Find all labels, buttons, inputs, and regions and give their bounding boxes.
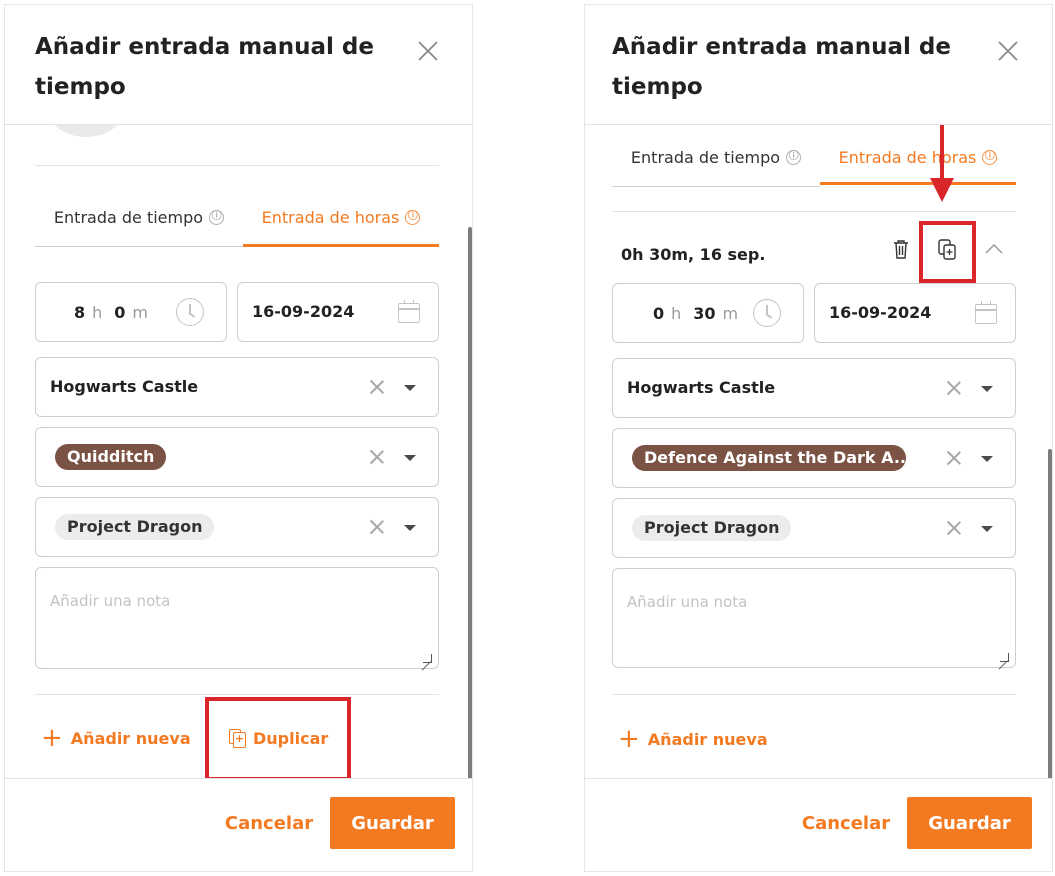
chevron-up-icon[interactable] xyxy=(985,243,1003,255)
note-input[interactable] xyxy=(36,568,438,668)
location-select[interactable]: Hogwarts Castle xyxy=(612,358,1016,418)
dialog-body: Entrada de tiempo ⓘ Entrada de horas ⓘ 0… xyxy=(585,125,1052,781)
add-new-button[interactable]: + Añadir nueva xyxy=(41,723,191,753)
chevron-down-icon[interactable] xyxy=(404,525,416,531)
clock-icon xyxy=(176,298,204,326)
location-select[interactable]: Hogwarts Castle xyxy=(35,357,439,417)
save-button[interactable]: Guardar xyxy=(907,797,1032,849)
save-button[interactable]: Guardar xyxy=(330,797,455,849)
date-value: 16-09-2024 xyxy=(252,302,355,321)
activity-select[interactable]: Quidditch xyxy=(35,427,439,487)
dialog-title: Añadir entrada manual de tiempo xyxy=(612,34,951,100)
hours-unit: h xyxy=(671,303,682,323)
minutes-unit: m xyxy=(132,302,149,322)
active-tab-indicator xyxy=(820,182,1016,185)
hours-unit: h xyxy=(92,302,103,322)
note-field[interactable] xyxy=(35,567,439,669)
minutes-value[interactable]: 30 xyxy=(693,304,715,323)
plus-icon: + xyxy=(618,724,640,754)
resize-handle[interactable] xyxy=(1000,653,1009,662)
tab-label: Entrada de horas xyxy=(261,207,400,227)
clear-icon[interactable] xyxy=(370,520,384,534)
divider xyxy=(35,165,439,166)
note-input[interactable] xyxy=(613,569,1015,667)
chevron-down-icon[interactable] xyxy=(981,386,993,392)
hours-value[interactable]: 0 xyxy=(653,304,664,323)
add-new-label: Añadir nueva xyxy=(70,728,191,748)
close-icon[interactable] xyxy=(996,39,1020,63)
info-icon[interactable]: ⓘ xyxy=(982,149,998,165)
location-value: Hogwarts Castle xyxy=(627,378,776,397)
duration-field[interactable]: 0 h 30 m xyxy=(612,283,804,343)
dialog-footer: Cancelar Guardar xyxy=(5,778,472,871)
close-icon[interactable] xyxy=(416,39,440,63)
highlight-box xyxy=(919,221,976,283)
highlight-box xyxy=(205,697,351,781)
resize-handle[interactable] xyxy=(423,654,432,663)
tab-label: Entrada de tiempo xyxy=(53,207,204,227)
time-entry-dialog-left: Añadir entrada manual de tiempo Entrada … xyxy=(4,4,473,872)
date-value: 16-09-2024 xyxy=(829,303,932,322)
hours-value[interactable]: 8 xyxy=(74,303,85,322)
info-icon[interactable]: ⓘ xyxy=(405,209,421,225)
dialog-header: Añadir entrada manual de tiempo xyxy=(5,5,472,125)
tab-hours-entry[interactable]: Entrada de horas ⓘ xyxy=(243,197,439,237)
time-entry-dialog-right: Añadir entrada manual de tiempo Entrada … xyxy=(584,4,1053,872)
entry-summary: 0h 30m, 16 sep. xyxy=(621,245,766,264)
tab-label: Entrada de tiempo xyxy=(630,147,781,167)
activity-chip: Quidditch xyxy=(55,444,167,470)
note-field[interactable] xyxy=(612,568,1016,668)
info-icon[interactable]: ⓘ xyxy=(786,149,802,165)
date-field[interactable]: 16-09-2024 xyxy=(237,282,439,342)
tab-hours-entry[interactable]: Entrada de horas ⓘ xyxy=(820,137,1016,177)
plus-icon: + xyxy=(41,723,63,753)
chevron-down-icon[interactable] xyxy=(981,526,993,532)
project-select[interactable]: Project Dragon xyxy=(35,497,439,557)
calendar-icon[interactable] xyxy=(975,301,997,324)
minutes-unit: m xyxy=(722,303,739,323)
clear-icon[interactable] xyxy=(370,450,384,464)
tab-baseline xyxy=(612,186,820,187)
divider xyxy=(612,694,1016,695)
project-chip: Project Dragon xyxy=(632,515,792,541)
scrollbar[interactable] xyxy=(468,227,472,781)
dialog-body: Entrada de tiempo ⓘ Entrada de horas ⓘ 8… xyxy=(5,125,472,781)
add-new-button[interactable]: + Añadir nueva xyxy=(618,724,768,754)
tab-time-entry[interactable]: Entrada de tiempo ⓘ xyxy=(612,137,820,177)
minutes-value[interactable]: 0 xyxy=(114,303,125,322)
clear-icon[interactable] xyxy=(947,521,961,535)
clear-icon[interactable] xyxy=(947,381,961,395)
location-value: Hogwarts Castle xyxy=(50,377,199,396)
tab-baseline xyxy=(35,246,243,247)
cancel-button[interactable]: Cancelar xyxy=(219,797,319,849)
divider xyxy=(35,694,439,695)
clear-icon[interactable] xyxy=(370,380,384,394)
add-new-label: Añadir nueva xyxy=(647,729,768,749)
chevron-down-icon[interactable] xyxy=(404,385,416,391)
divider xyxy=(612,211,1016,212)
duration-field[interactable]: 8 h 0 m xyxy=(35,282,227,342)
dialog-title: Añadir entrada manual de tiempo xyxy=(35,34,374,100)
scrollbar[interactable] xyxy=(1048,449,1052,781)
avatar xyxy=(49,125,123,137)
active-tab-indicator xyxy=(243,244,439,247)
dialog-header: Añadir entrada manual de tiempo xyxy=(585,5,1052,125)
project-chip: Project Dragon xyxy=(55,514,215,540)
activity-select[interactable]: Defence Against the Dark A... xyxy=(612,428,1016,488)
chevron-down-icon[interactable] xyxy=(981,456,993,462)
dialog-footer: Cancelar Guardar xyxy=(585,778,1052,871)
clear-icon[interactable] xyxy=(947,451,961,465)
activity-chip: Defence Against the Dark A... xyxy=(632,445,906,471)
cancel-button[interactable]: Cancelar xyxy=(796,797,896,849)
tab-time-entry[interactable]: Entrada de tiempo ⓘ xyxy=(35,197,243,237)
trash-icon[interactable] xyxy=(893,239,909,259)
chevron-down-icon[interactable] xyxy=(404,455,416,461)
calendar-icon[interactable] xyxy=(398,300,420,323)
info-icon[interactable]: ⓘ xyxy=(209,209,225,225)
project-select[interactable]: Project Dragon xyxy=(612,498,1016,558)
date-field[interactable]: 16-09-2024 xyxy=(814,283,1016,343)
clock-icon xyxy=(753,299,781,327)
